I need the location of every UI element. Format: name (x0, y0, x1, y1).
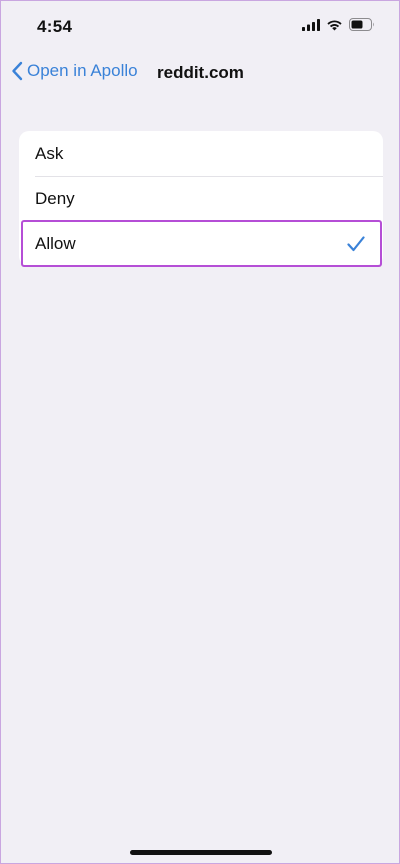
option-label: Allow (35, 233, 76, 253)
chevron-left-icon (11, 61, 23, 81)
battery-icon (349, 18, 375, 31)
back-button-label: Open in Apollo (27, 61, 138, 80)
status-icons (302, 18, 375, 31)
page-title: reddit.com (157, 63, 244, 82)
wifi-icon (326, 19, 343, 31)
option-allow[interactable]: Allow (21, 220, 382, 267)
option-label: Deny (35, 188, 75, 208)
option-ask[interactable]: Ask (19, 131, 383, 176)
navigation-bar: Open in Apollo reddit.com (1, 53, 399, 93)
permission-options-list: Ask Deny Allow (19, 131, 383, 267)
cellular-signal-icon (302, 18, 320, 31)
back-button[interactable]: Open in Apollo (11, 61, 138, 81)
status-time: 4:54 (37, 17, 73, 36)
checkmark-icon (347, 235, 365, 252)
status-bar: 4:54 (1, 1, 399, 53)
option-label: Ask (35, 143, 64, 163)
home-indicator[interactable] (130, 850, 272, 855)
option-deny[interactable]: Deny (19, 176, 383, 221)
